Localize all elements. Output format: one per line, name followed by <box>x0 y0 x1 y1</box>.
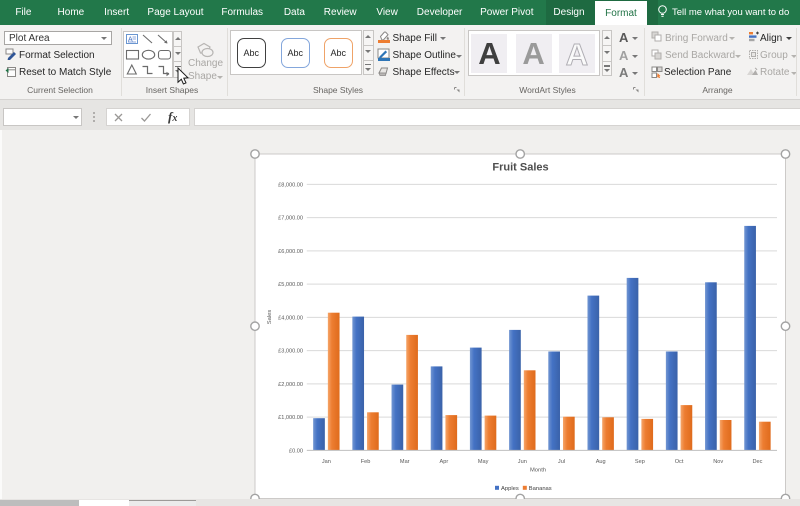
svg-text:Dec: Dec <box>752 459 762 465</box>
svg-text:£6,000.00: £6,000.00 <box>278 249 303 255</box>
svg-text:Apples: Apples <box>501 486 519 492</box>
svg-text:£0.00: £0.00 <box>289 448 303 454</box>
svg-text:£7,000.00: £7,000.00 <box>278 216 303 222</box>
svg-text:Mar: Mar <box>400 459 410 465</box>
svg-text:Sales: Sales <box>267 310 273 325</box>
svg-text:£3,000.00: £3,000.00 <box>278 349 303 355</box>
svg-text:Jan: Jan <box>322 459 331 465</box>
svg-text:Feb: Feb <box>361 459 371 465</box>
svg-text:£2,000.00: £2,000.00 <box>278 382 303 388</box>
svg-text:£5,000.00: £5,000.00 <box>278 282 303 288</box>
svg-text:May: May <box>478 459 489 465</box>
svg-text:Oct: Oct <box>675 459 684 465</box>
svg-text:Nov: Nov <box>713 459 723 465</box>
svg-text:Jun: Jun <box>518 459 527 465</box>
svg-text:Sep: Sep <box>635 459 645 465</box>
svg-text:Month: Month <box>530 468 546 474</box>
svg-text:£4,000.00: £4,000.00 <box>278 315 303 321</box>
svg-text:Apr: Apr <box>440 459 449 465</box>
svg-text:Fruit Sales: Fruit Sales <box>492 162 548 174</box>
svg-text:£8,000.00: £8,000.00 <box>278 182 303 188</box>
svg-text:Bananas: Bananas <box>529 486 552 492</box>
svg-text:Jul: Jul <box>558 459 565 465</box>
svg-text:A: A <box>566 36 588 71</box>
svg-text:£1,000.00: £1,000.00 <box>278 415 303 421</box>
svg-text:Aug: Aug <box>596 459 606 465</box>
